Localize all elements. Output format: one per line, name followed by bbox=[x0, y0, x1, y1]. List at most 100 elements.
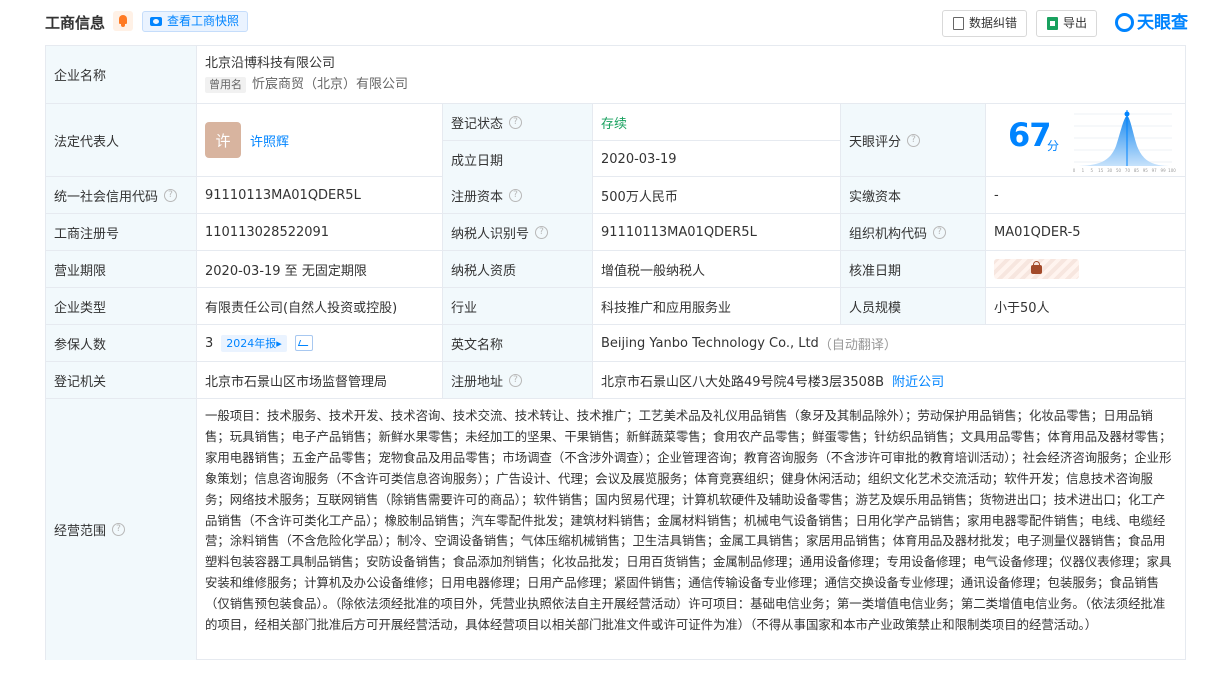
label-credit-code: 统一社会信用代码? bbox=[46, 177, 197, 213]
view-snapshot-label: 查看工商快照 bbox=[167, 14, 240, 28]
help-icon[interactable]: ? bbox=[164, 188, 178, 202]
label-text: 纳税人识别号 bbox=[451, 226, 530, 242]
staff-size-value: 小于50人 bbox=[994, 300, 1050, 316]
label-industry: 行业 bbox=[443, 288, 593, 324]
help-icon[interactable]: ? bbox=[509, 115, 523, 129]
x-tick-label: 70 bbox=[1125, 168, 1131, 173]
reg-authority-cell: 北京市石景山区市场监督管理局 bbox=[197, 362, 443, 398]
trend-chart-icon[interactable] bbox=[294, 335, 313, 351]
help-icon[interactable]: ? bbox=[509, 373, 523, 387]
est-date-value: 2020-03-19 bbox=[601, 151, 677, 167]
label-text: 英文名称 bbox=[451, 337, 504, 353]
label-text: 纳税人资质 bbox=[451, 263, 517, 279]
label-text: 登记状态 bbox=[451, 116, 504, 132]
label-text: 行业 bbox=[451, 300, 478, 316]
taxpayer-qual-cell: 增值税一般纳税人 bbox=[593, 251, 841, 287]
label-text: 统一社会信用代码 bbox=[54, 189, 159, 205]
x-tick-label: 15 bbox=[1098, 168, 1104, 173]
label-company-name: 企业名称 bbox=[46, 46, 197, 103]
label-legal-rep: 法定代表人 bbox=[46, 104, 197, 176]
label-english-name: 英文名称 bbox=[443, 325, 593, 361]
label-text: 参保人数 bbox=[54, 337, 107, 353]
row-credit-code: 统一社会信用代码? 91110113MA01QDER5L 注册资本? 500万人… bbox=[46, 177, 1185, 214]
industry-cell: 科技推广和应用服务业 bbox=[593, 288, 841, 324]
section-header: 工商信息 查看工商快照 数据纠错 导出 天眼查 bbox=[45, 8, 1188, 38]
label-tianyan-score: 天眼评分? bbox=[841, 104, 986, 176]
x-tick-label: 95 bbox=[1143, 168, 1149, 173]
label-text: 法定代表人 bbox=[54, 134, 120, 150]
est-date-cell: 2020-03-19 bbox=[593, 140, 841, 177]
label-taxpayer-id: 纳税人识别号? bbox=[443, 214, 593, 250]
tianyan-score-cell[interactable]: 67 分 0 1 5 15 30 50 70 85 95 97 99 100 bbox=[986, 104, 1185, 176]
label-biz-scope: 经营范围? bbox=[46, 399, 197, 660]
help-icon[interactable]: ? bbox=[933, 225, 947, 239]
credit-code-value: 91110113MA01QDER5L bbox=[205, 187, 361, 203]
help-icon[interactable]: ? bbox=[535, 225, 549, 239]
logo-text: 天眼查 bbox=[1137, 13, 1188, 33]
row-company-type: 企业类型 有限责任公司(自然人投资或控股) 行业 科技推广和应用服务业 人员规模… bbox=[46, 288, 1185, 325]
row-legal-rep: 法定代表人 许 许照辉 登记状态? 成立日期 存续 2020-03-19 天眼评… bbox=[46, 104, 1185, 177]
industry-value: 科技推广和应用服务业 bbox=[601, 300, 732, 316]
score-marker-dot bbox=[1124, 111, 1130, 117]
avatar[interactable]: 许 bbox=[205, 122, 241, 158]
camera-icon bbox=[150, 17, 162, 26]
label-org-code: 组织机构代码? bbox=[841, 214, 986, 250]
row-reg-authority: 登记机关 北京市石景山区市场监督管理局 注册地址? 北京市石景山区八大处路49号… bbox=[46, 362, 1185, 399]
paid-capital-value: - bbox=[994, 187, 999, 203]
company-type-cell: 有限责任公司(自然人投资或控股) bbox=[197, 288, 443, 324]
export-label: 导出 bbox=[1063, 16, 1088, 30]
excel-icon bbox=[1047, 17, 1058, 30]
x-tick-label: 50 bbox=[1116, 168, 1122, 173]
legal-rep-cell: 许 许照辉 bbox=[197, 104, 443, 176]
reg-no-value: 110113028522091 bbox=[205, 224, 330, 240]
staff-size-cell: 小于50人 bbox=[986, 288, 1185, 324]
x-tick-label: 99 bbox=[1161, 168, 1167, 173]
reg-no-cell: 110113028522091 bbox=[197, 214, 443, 250]
label-text: 人员规模 bbox=[849, 300, 902, 316]
locked-vip-icon[interactable] bbox=[994, 259, 1079, 279]
reg-status-value: 存续 bbox=[601, 116, 628, 132]
former-name-line: 曾用名 忻宸商贸（北京）有限公司 bbox=[205, 76, 1185, 94]
score-distribution-chart: 0 1 5 15 30 50 70 85 95 97 99 100 bbox=[1073, 110, 1176, 173]
former-name-tag: 曾用名 bbox=[205, 77, 246, 93]
label-text: 成立日期 bbox=[451, 153, 504, 169]
distribution-area bbox=[1074, 116, 1172, 166]
label-staff-size: 人员规模 bbox=[841, 288, 986, 324]
x-tick-label: 100 bbox=[1168, 168, 1176, 173]
x-tick-label: 0 bbox=[1073, 168, 1076, 173]
approval-date-cell bbox=[986, 251, 1185, 287]
paid-capital-cell: - bbox=[986, 177, 1185, 213]
company-name-cell: 北京沿博科技有限公司 曾用名 忻宸商贸（北京）有限公司 bbox=[196, 46, 1185, 104]
bell-icon[interactable] bbox=[113, 11, 133, 31]
page: 工商信息 查看工商快照 数据纠错 导出 天眼查 企业名称 北京沿博科技有限公司 … bbox=[0, 0, 1208, 675]
export-button[interactable]: 导出 bbox=[1036, 10, 1098, 37]
help-icon[interactable]: ? bbox=[907, 133, 921, 147]
credit-code-cell: 91110113MA01QDER5L bbox=[197, 177, 443, 213]
taxpayer-id-cell: 91110113MA01QDER5L bbox=[593, 214, 841, 250]
label-reg-address: 注册地址? bbox=[443, 362, 593, 398]
label-text: 注册地址 bbox=[451, 374, 504, 390]
company-name-value: 北京沿博科技有限公司 bbox=[205, 56, 336, 71]
label-text: 组织机构代码 bbox=[849, 226, 928, 242]
score-value: 67 bbox=[1008, 116, 1052, 154]
reg-status-cell: 存续 bbox=[593, 104, 841, 140]
tianyancha-logo[interactable]: 天眼查 bbox=[1115, 11, 1188, 35]
nearby-companies-link[interactable]: 附近公司 bbox=[892, 371, 944, 390]
x-tick-label: 30 bbox=[1107, 168, 1113, 173]
data-correction-label: 数据纠错 bbox=[969, 16, 1018, 30]
help-icon[interactable]: ? bbox=[112, 523, 126, 536]
label-est-date: 成立日期 bbox=[443, 140, 593, 177]
auto-translate-note: （自动翻译） bbox=[818, 337, 897, 353]
x-tick-label: 1 bbox=[1082, 168, 1085, 173]
legal-rep-link[interactable]: 许照辉 bbox=[250, 131, 289, 150]
label-reg-authority: 登记机关 bbox=[46, 362, 197, 398]
annual-report-tag[interactable]: 2024年报▸ bbox=[221, 334, 287, 352]
reg-authority-value: 北京市石景山区市场监督管理局 bbox=[205, 374, 388, 390]
label-text: 实缴资本 bbox=[849, 189, 902, 205]
view-snapshot-button[interactable]: 查看工商快照 bbox=[142, 11, 249, 32]
help-icon[interactable]: ? bbox=[509, 188, 523, 202]
company-type-value: 有限责任公司(自然人投资或控股) bbox=[205, 300, 398, 316]
data-correction-button[interactable]: 数据纠错 bbox=[942, 10, 1028, 37]
row-company-name: 企业名称 北京沿博科技有限公司 曾用名 忻宸商贸（北京）有限公司 bbox=[46, 46, 1185, 104]
label-text: 登记机关 bbox=[54, 374, 107, 390]
